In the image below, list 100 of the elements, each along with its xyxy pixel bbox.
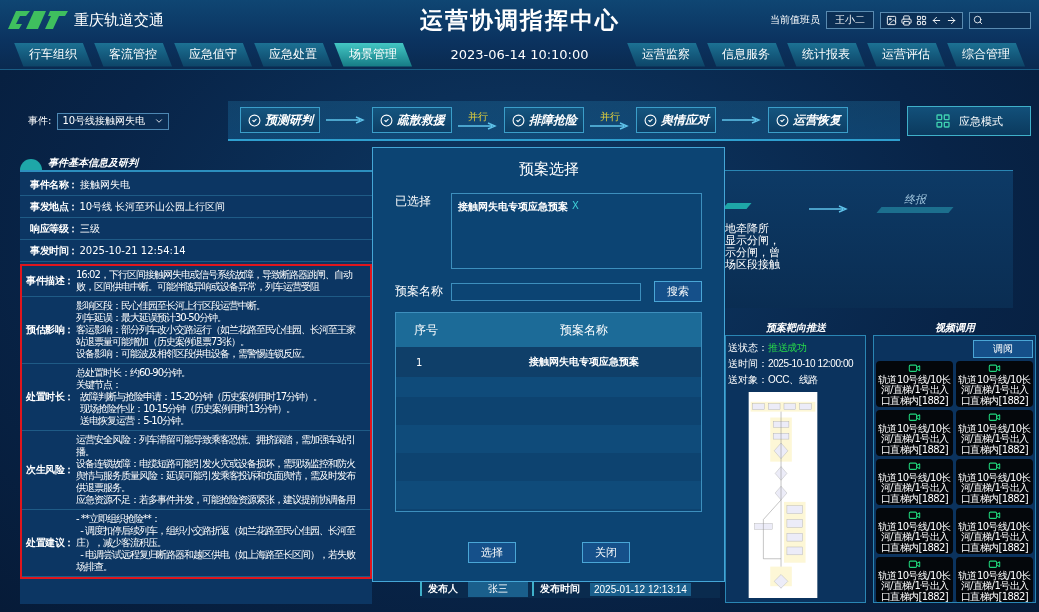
analysis-text: 现场抢险作业：10-15分钟（历史案例用时13分钟）。 [79, 403, 297, 415]
remove-button[interactable]: X [572, 200, 579, 211]
camera-tile[interactable]: 轨道10号线/10长河/直梯/1号出入口直梯内[1882] [876, 459, 953, 505]
brand-name: 重庆轨道交通 [74, 10, 164, 30]
printer-icon[interactable] [901, 14, 912, 26]
workflow-step[interactable]: 舆情应对 [636, 107, 716, 133]
analysis-text: 设备影响：可能波及相邻区段供电设备，需警惕连锁反应。 [76, 348, 311, 360]
field-value: 2025-10-21 12:54:14 [79, 245, 186, 256]
flow-arrow [590, 121, 630, 130]
search-button[interactable]: 搜索 [654, 281, 702, 302]
arrow-left-icon[interactable] [931, 14, 942, 26]
camera-tile[interactable]: 轨道10号线/10长河/直梯/1号出入口直梯内[1882] [876, 361, 953, 407]
nav-tab[interactable]: 应急处置 [254, 42, 332, 67]
camera-label: 轨道10号线/10长河/直梯/1号出入口直梯内[1882] [957, 423, 1032, 455]
grid-icon[interactable] [916, 14, 927, 26]
push-value: OCC、线路 [768, 373, 818, 387]
workflow-step[interactable]: 运营恢复 [768, 107, 848, 133]
field-label: 事发时间： [30, 243, 78, 258]
nav-tab[interactable]: 统计报表 [787, 42, 865, 67]
flow-arrow [458, 121, 498, 130]
dialog-button[interactable]: 关闭 [581, 542, 630, 563]
video-camera-icon [988, 509, 1001, 522]
arrow-right-icon[interactable] [946, 14, 957, 26]
field-value: 10号线 长河至环山公园上行区间 [79, 199, 226, 214]
stage-text: 场区段接触 [725, 259, 781, 271]
analysis-text: 列车延误：最大延误预计30-50分钟。 [76, 312, 228, 324]
flow-arrow [722, 116, 762, 124]
analysis-text: 影响区段：民心佳园至长河上行区段运营中断。 [76, 300, 266, 312]
current-datetime: 2023-06-14 10:10:00 [449, 47, 590, 62]
connector-label: 并行 [468, 110, 488, 122]
field-value: 三级 [79, 221, 100, 236]
event-dropdown[interactable]: 10号线接触网失电 [57, 112, 170, 130]
event-label: 事件: [28, 114, 52, 128]
stage-text: 示分闸，曾 [725, 247, 781, 259]
video-camera-icon [908, 362, 921, 375]
stage-text: 显示分闸， [725, 235, 781, 247]
analysis-text: 运营安全风险：列车滞留可能导致乘客恐慌、拥挤踩踏，需加强车站引 [76, 434, 356, 446]
analysis-text: 关键节点： [76, 379, 122, 391]
view-button[interactable]: 调阅 [973, 340, 1033, 358]
stage-text: 地牵降所 [725, 223, 770, 235]
camera-tile[interactable]: 轨道10号线/10长河/直梯/1号出入口直梯内[1882] [876, 410, 953, 456]
image-icon[interactable] [886, 14, 897, 26]
nav-tab[interactable]: 运营监察 [627, 42, 705, 67]
camera-tile[interactable]: 轨道10号线/10长河/直梯/1号出入口直梯内[1882] [876, 508, 953, 554]
grid-icon [935, 113, 951, 129]
check-circle-icon [511, 113, 525, 127]
field-label: 响应等级： [30, 221, 78, 236]
plan-name-input[interactable] [451, 282, 641, 301]
nav-tab[interactable]: 运营评估 [867, 42, 945, 67]
video-camera-icon [988, 362, 1001, 375]
analysis-text: 庄），减少客流积压。 [76, 537, 167, 549]
workflow-step[interactable]: 疏散救援 [372, 107, 452, 133]
nav-tab[interactable]: 综合管理 [947, 42, 1025, 67]
nav-tab[interactable]: 行车组织 [14, 42, 92, 67]
search-field[interactable] [969, 11, 1031, 29]
analysis-label: 处置时长： [26, 390, 75, 404]
field-label: 事件名称： [30, 177, 78, 192]
analysis-label: 事件描述： [26, 274, 75, 288]
nav-tab[interactable]: 客流管控 [94, 42, 172, 67]
analysis-text: - **立即组织抢险**： [76, 513, 161, 525]
analysis-text: 设备连锁故障：电缆短路可能引发火灾或设备损坏，需现场监控和防火 [76, 458, 357, 470]
workflow-step[interactable]: 排障抢险 [504, 107, 584, 133]
title-decoration [20, 159, 42, 170]
analysis-text: 舆情与服务质量风险：延误可能引发乘客投诉和负面舆情，需及时发布 [76, 470, 357, 482]
check-circle-icon [247, 113, 261, 127]
search-icon [973, 15, 983, 25]
analysis-text: 应急资源不足：若多事件并发，可能抢险资源紧张，建议提前协调备用 [76, 494, 356, 506]
push-label: 送对象： [728, 373, 768, 387]
analysis-text: 播。 [76, 446, 95, 458]
panel-title: 事件基本信息及研判 [48, 156, 138, 170]
dialog-title: 预案选择 [517, 160, 580, 179]
camera-tile[interactable]: 轨道10号线/10长河/直梯/1号出入口直梯内[1882] [876, 557, 953, 602]
camera-tile[interactable]: 轨道10号线/10长河/直梯/1号出入口直梯内[1882] [956, 410, 1033, 456]
table-row[interactable]: 1 接触网失电专项应急预案 [396, 347, 701, 377]
nav-tab[interactable]: 信息服务 [707, 42, 785, 67]
plan-name-label: 预案名称 [395, 283, 444, 300]
analysis-text: 供退票服务。 [76, 482, 131, 494]
connector-label: 并行 [600, 110, 620, 122]
page-title: 运营协调指挥中心 [418, 5, 621, 35]
analysis-label: 次生风险： [26, 463, 75, 477]
camera-tile[interactable]: 轨道10号线/10长河/直梯/1号出入口直梯内[1882] [956, 361, 1033, 407]
camera-label: 轨道10号线/10长河/直梯/1号出入口直梯内[1882] [957, 472, 1032, 504]
analysis-text: 故障判断与抢险申请：15-20分钟（历史案例用时17分钟）。 [79, 391, 324, 403]
push-value: 2025-10-10 12:00:00 [768, 357, 854, 371]
video-camera-icon [908, 509, 921, 522]
analysis-text: 场排查。 [76, 561, 113, 573]
nav-tab[interactable]: 应急值守 [174, 42, 252, 67]
camera-tile[interactable]: 轨道10号线/10长河/直梯/1号出入口直梯内[1882] [956, 557, 1033, 602]
camera-tile[interactable]: 轨道10号线/10长河/直梯/1号出入口直梯内[1882] [956, 459, 1033, 505]
field-value: 接触网失电 [79, 177, 130, 192]
selected-label: 已选择 [395, 193, 432, 210]
duty-name: 王小二 [826, 11, 874, 29]
workflow-step[interactable]: 预测研判 [240, 107, 320, 133]
camera-tile[interactable]: 轨道10号线/10长河/直梯/1号出入口直梯内[1882] [956, 508, 1033, 554]
panel-title: 视频调用 [934, 321, 975, 335]
camera-label: 轨道10号线/10长河/直梯/1号出入口直梯内[1882] [877, 374, 952, 406]
emergency-mode-button[interactable]: 应急模式 [907, 106, 1031, 136]
dialog-button[interactable]: 选择 [467, 542, 516, 563]
push-label: 送状态： [728, 341, 768, 355]
video-camera-icon [988, 460, 1001, 473]
